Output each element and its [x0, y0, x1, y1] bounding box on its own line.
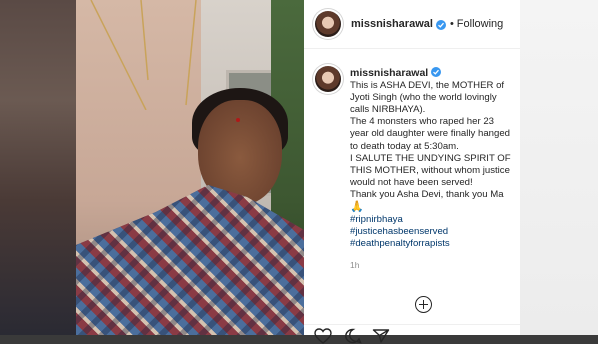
- hashtag-link[interactable]: #ripnirbhaya: [350, 214, 518, 226]
- caption-line: I SALUTE THE UNDYING SPIRIT OF: [350, 152, 511, 164]
- action-bar: [304, 324, 520, 344]
- author-avatar[interactable]: [315, 11, 341, 37]
- separator-dot: •: [449, 18, 454, 30]
- hashtag-link[interactable]: #deathpenaltyforrapists: [350, 238, 518, 250]
- plus-circle-icon[interactable]: [415, 296, 432, 313]
- caption-line: Thank you Asha Devi, thank you Ma: [350, 188, 504, 200]
- caption-avatar[interactable]: [315, 66, 341, 92]
- verified-badge-icon: [435, 20, 446, 30]
- photo-ropes: [90, 0, 197, 110]
- caption-line: to death today at 5:30am.: [350, 140, 459, 152]
- praying-hands-emoji: 🙏: [350, 201, 364, 214]
- post-caption: missnisharawal This is ASHA DEVI, the MO…: [304, 58, 520, 272]
- post-photo[interactable]: [76, 0, 304, 335]
- following-button[interactable]: Following: [457, 18, 503, 30]
- author-username[interactable]: missnisharawal: [351, 18, 433, 30]
- caption-body: missnisharawal This is ASHA DEVI, the MO…: [350, 66, 518, 272]
- caption-line: Jyoti Singh (who the world lovingly: [350, 92, 497, 104]
- caption-username[interactable]: missnisharawal: [350, 66, 518, 79]
- blurred-background-right: [520, 0, 598, 335]
- share-icon[interactable]: [372, 328, 390, 344]
- blurred-background-left: [0, 0, 78, 335]
- photo-bindi: [236, 118, 240, 122]
- caption-line: calls NIRBHAYA).: [350, 104, 426, 116]
- post-panel: missnisharawal • Following missnisharawa…: [304, 0, 520, 344]
- caption-line: This is ASHA DEVI, the MOTHER of: [350, 80, 505, 92]
- caption-username-text[interactable]: missnisharawal: [350, 67, 428, 79]
- hashtag-link[interactable]: #justicehasbeenserved: [350, 226, 518, 238]
- caption-line: year old daughter were finally hanged: [350, 128, 511, 140]
- heart-icon[interactable]: [314, 328, 332, 344]
- post-header: missnisharawal • Following: [304, 0, 520, 49]
- caption-line: The 4 monsters who raped her 23: [350, 116, 494, 128]
- caption-line: would not have been served!: [350, 176, 473, 188]
- verified-badge-icon: [431, 67, 442, 77]
- comment-icon[interactable]: [344, 328, 362, 344]
- caption-line: THIS MOTHER, without whom justice: [350, 164, 510, 176]
- post-timestamp[interactable]: 1h: [350, 259, 518, 271]
